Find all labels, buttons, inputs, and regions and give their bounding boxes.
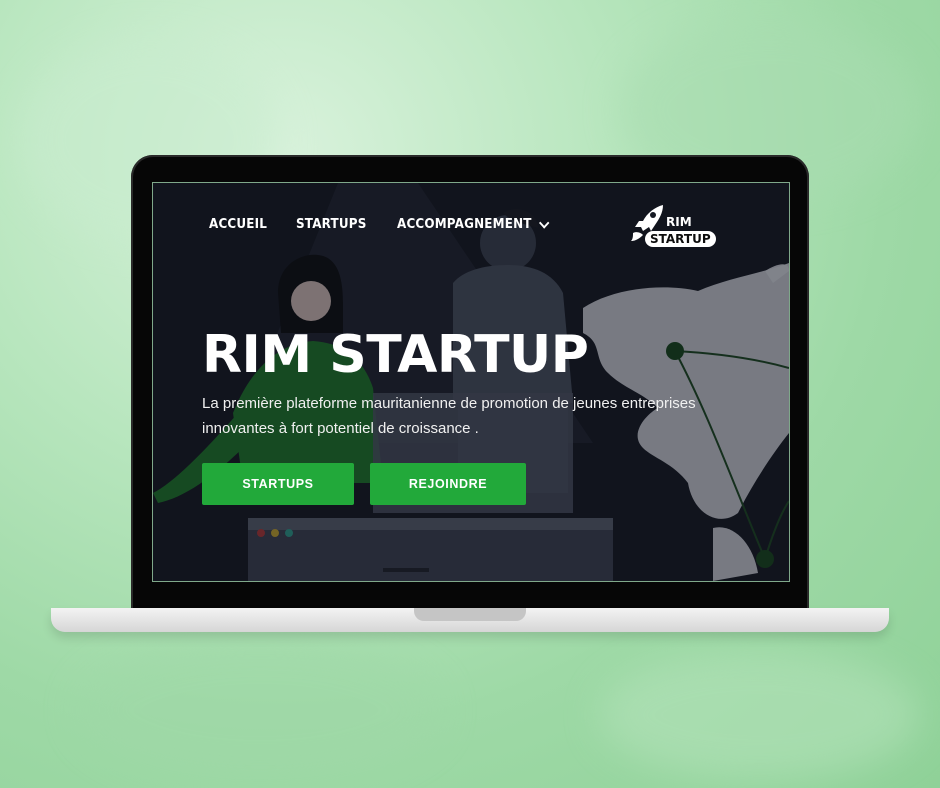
laptop-notch xyxy=(414,608,526,621)
nav-item-accueil[interactable]: ACCUEIL xyxy=(209,217,267,232)
nav-item-label: ACCOMPAGNEMENT xyxy=(396,217,532,232)
nav-item-startups[interactable]: STARTUPS xyxy=(296,217,366,232)
nav-item-label: ACCUEIL xyxy=(209,217,268,232)
join-button[interactable]: REJOINDRE xyxy=(370,463,526,505)
site-logo[interactable]: RIM STARTUP xyxy=(631,203,716,255)
logo-text-startup: STARTUP xyxy=(645,231,716,247)
nav-item-label: STARTUPS xyxy=(296,217,367,232)
startups-button[interactable]: STARTUPS xyxy=(202,463,354,505)
hero-title: RIM STARTUP xyxy=(202,325,589,385)
background-blot xyxy=(600,650,920,780)
background-blot xyxy=(80,640,440,780)
nav-item-accompagnement[interactable]: ACCOMPAGNEMENT xyxy=(396,216,550,232)
hero-subtitle: La première plateforme mauritanienne de … xyxy=(202,395,696,437)
logo-text-rim: RIM xyxy=(666,215,692,229)
laptop-screen: ACCUEIL STARTUPS ACCOMPAGNEMENT RIM STAR… xyxy=(152,182,790,582)
main-nav: ACCUEIL STARTUPS ACCOMPAGNEMENT xyxy=(209,216,561,232)
chevron-down-icon xyxy=(539,216,550,229)
